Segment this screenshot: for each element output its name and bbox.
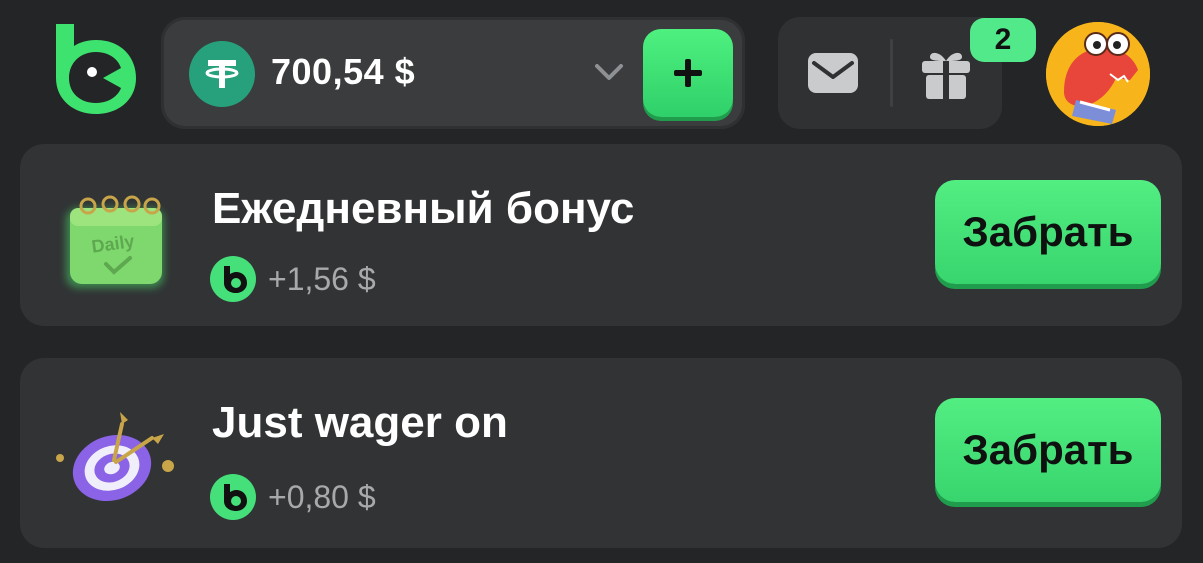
- tether-icon: [189, 41, 255, 107]
- claim-button[interactable]: Забрать: [935, 398, 1161, 502]
- reward-row: +1,56 $: [210, 256, 376, 302]
- bonus-card-wager: Just wager on +0,80 $ Забрать: [20, 358, 1182, 548]
- user-avatar[interactable]: [1046, 22, 1150, 126]
- bc-coin-icon: [210, 256, 256, 302]
- bonus-title: Just wager on: [212, 398, 508, 447]
- reward-amount: +0,80 $: [268, 478, 376, 515]
- claim-button[interactable]: Забрать: [935, 180, 1161, 284]
- plus-icon: [674, 59, 702, 87]
- reward-amount: +1,56 $: [268, 260, 376, 297]
- chevron-down-icon[interactable]: [591, 57, 627, 87]
- bc-game-logo-icon: [56, 24, 136, 114]
- bc-game-logo[interactable]: [46, 20, 142, 116]
- daily-calendar-icon: Daily: [52, 178, 182, 308]
- bonus-title: Ежедневный бонус: [212, 184, 635, 233]
- bonus-card-daily: Daily Ежедневный бонус +1,56 $ Забрать: [20, 144, 1182, 326]
- target-darts-icon: [52, 398, 182, 528]
- balance-amount: 700,54 $: [271, 51, 416, 92]
- add-funds-button[interactable]: [643, 29, 733, 117]
- reward-row: +0,80 $: [210, 474, 376, 520]
- crocodile-avatar: [1046, 22, 1150, 126]
- gift-icon[interactable]: [918, 45, 974, 101]
- notification-badge: 2: [970, 18, 1036, 62]
- mail-icon[interactable]: [806, 51, 860, 95]
- balance-selector[interactable]: 700,54 $: [161, 17, 745, 129]
- divider: [890, 39, 893, 107]
- header-actions: [778, 17, 1002, 129]
- bc-coin-icon: [210, 474, 256, 520]
